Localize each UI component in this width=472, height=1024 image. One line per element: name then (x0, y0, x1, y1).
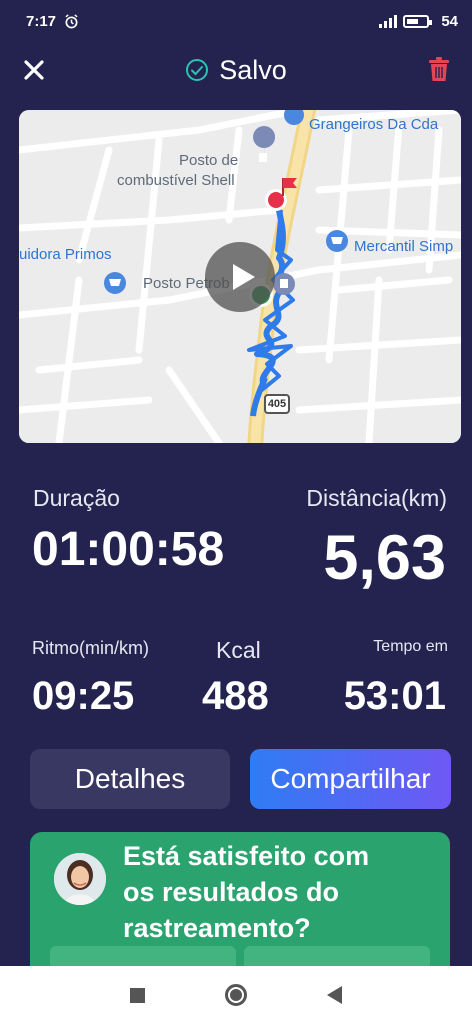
kcal-value: 488 (202, 674, 269, 718)
back-icon[interactable] (327, 986, 342, 1004)
distance-label: Distância(km) (306, 485, 447, 511)
survey-line-2: os resultados do (123, 877, 340, 907)
check-circle-icon (186, 59, 209, 81)
alarm-icon (65, 13, 78, 28)
status-time: 7:17 (26, 12, 57, 30)
moving-time-label: Tempo em (373, 638, 448, 655)
home-icon[interactable] (225, 984, 247, 1006)
survey-line-1: Está satisfeito com (123, 841, 370, 871)
top-bar: Salvo (0, 44, 472, 96)
distance-value: 5,63 (323, 523, 446, 593)
system-nav-bar (0, 966, 472, 1024)
map-label-store-top: Grangeiros Da Cda (309, 116, 439, 133)
kcal-label: Kcal (216, 637, 261, 663)
details-button[interactable]: Detalhes (30, 749, 230, 809)
gas-station-pin (273, 273, 295, 295)
route-map[interactable]: Posto de combustível Shell Grangeiros Da… (19, 110, 461, 443)
moving-time-value: 53:01 (343, 674, 446, 718)
survey-line-3: rastreamento? (123, 913, 311, 943)
status-bar: 7:17 54 (0, 0, 472, 42)
map-label-store-right: Mercantil Simp (354, 238, 454, 255)
pace-value: 09:25 (32, 674, 135, 718)
map-label-store-left: uidora Primos (19, 246, 112, 263)
close-icon[interactable] (20, 56, 48, 84)
avatar (54, 853, 106, 905)
battery-level: 54 (441, 12, 458, 30)
play-replay-button[interactable] (205, 242, 275, 312)
share-button[interactable]: Compartilhar (250, 749, 451, 809)
store-pin (326, 230, 348, 252)
map-label-gas-station: Posto de (179, 152, 239, 169)
trash-icon[interactable] (426, 56, 452, 84)
road-number-badge: 405 (264, 394, 290, 414)
map-label-gas-station-2: combustível Shell (117, 172, 235, 189)
duration-label: Duração (33, 485, 120, 511)
store-pin (104, 272, 126, 294)
survey-question: Está satisfeito com os resultados do ras… (123, 838, 443, 946)
duration-value: 01:00:58 (32, 523, 225, 576)
recent-apps-icon[interactable] (130, 987, 145, 1003)
pace-label: Ritmo(min/km) (32, 638, 149, 658)
page-title: Salvo (219, 54, 287, 85)
signal-icon (379, 14, 398, 28)
saved-status: Salvo (185, 55, 287, 86)
battery-icon (403, 14, 433, 28)
